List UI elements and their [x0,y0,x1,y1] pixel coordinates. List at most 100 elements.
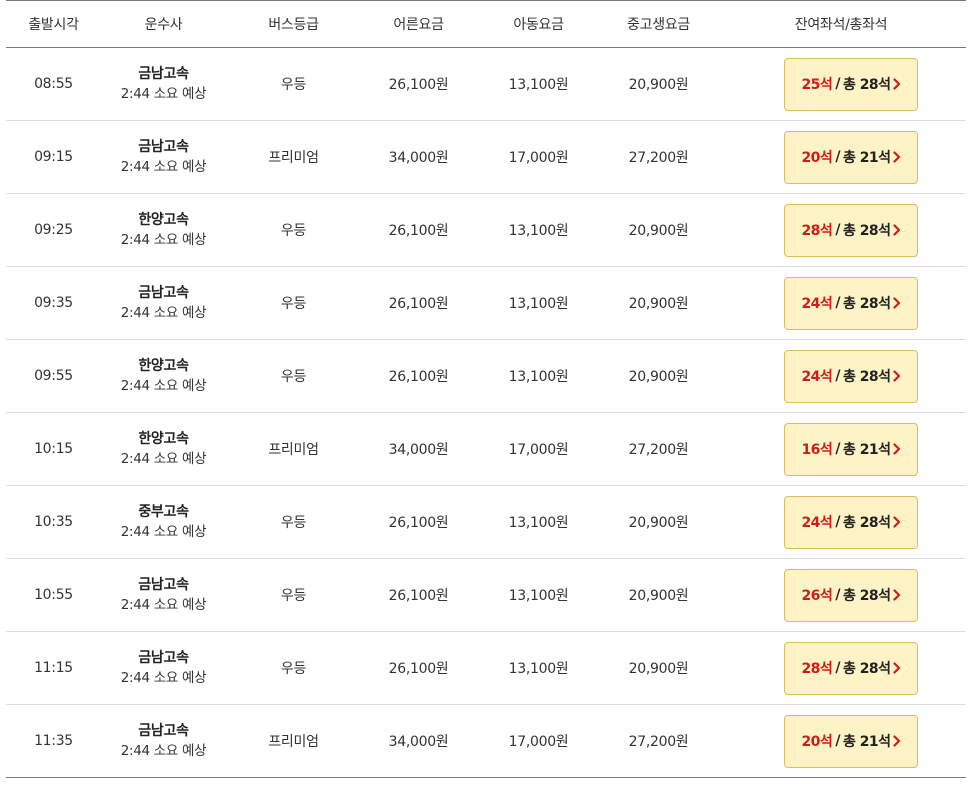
total-seats: 총 21석 [842,734,891,750]
bus-grade: 우등 [226,631,361,705]
total-seats: 총 28석 [842,223,891,239]
total-seats: 총 21석 [842,150,891,166]
departure-time: 09:15 [6,120,101,194]
seat-select-button[interactable]: 28석 / 총 28석 [784,641,918,695]
departure-time: 09:35 [6,266,101,340]
chevron-right-icon [892,370,901,382]
header-seats: 잔여좌석/총좌석 [716,0,966,48]
remaining-seats: 16석 [801,442,833,458]
chevron-right-icon [892,735,901,747]
bus-grade: 우등 [226,558,361,632]
bus-grade: 우등 [226,193,361,267]
company-name: 한양고속 [138,358,189,374]
chevron-right-icon [892,589,901,601]
estimated-duration: 2:44 소요 예상 [120,305,207,321]
total-seats: 총 28석 [842,515,891,531]
student-fare: 20,900원 [601,631,716,705]
table-body: 08:55 금남고속 2:44 소요 예상 우등 26,100원 13,100원… [6,47,966,778]
remaining-seats: 25석 [801,77,833,93]
company-cell: 금남고속 2:44 소요 예상 [101,120,226,194]
student-fare: 27,200원 [601,704,716,778]
child-fare: 13,100원 [476,631,601,705]
student-fare: 20,900원 [601,558,716,632]
bus-grade: 우등 [226,266,361,340]
estimated-duration: 2:44 소요 예상 [120,232,207,248]
estimated-duration: 2:44 소요 예상 [120,451,207,467]
seat-select-button[interactable]: 28석 / 총 28석 [784,203,918,257]
seat-separator: / [835,222,840,238]
chevron-right-icon [892,224,901,236]
seat-select-button[interactable]: 16석 / 총 21석 [784,422,918,476]
child-fare: 13,100원 [476,558,601,632]
seat-select-button[interactable]: 20석 / 총 21석 [784,130,918,184]
seat-select-button[interactable]: 24석 / 총 28석 [784,495,918,549]
adult-fare: 26,100원 [361,339,476,413]
child-fare: 13,100원 [476,266,601,340]
adult-fare: 26,100원 [361,485,476,559]
company-name: 한양고속 [138,212,189,228]
table-row: 09:55 한양고속 2:44 소요 예상 우등 26,100원 13,100원… [6,339,966,413]
total-seats: 총 21석 [842,442,891,458]
seats-cell: 20석 / 총 21석 [716,120,966,194]
estimated-duration: 2:44 소요 예상 [120,86,207,102]
seats-cell: 24석 / 총 28석 [716,339,966,413]
remaining-seats: 28석 [801,661,833,677]
seats-cell: 24석 / 총 28석 [716,485,966,559]
adult-fare: 26,100원 [361,193,476,267]
departure-time: 10:15 [6,412,101,486]
total-seats: 총 28석 [842,369,891,385]
remaining-seats: 20석 [801,150,833,166]
seat-select-button[interactable]: 20석 / 총 21석 [784,714,918,768]
total-seats: 총 28석 [842,661,891,677]
chevron-right-icon [892,662,901,674]
company-name: 금남고속 [138,723,189,739]
seat-separator: / [835,295,840,311]
table-row: 09:35 금남고속 2:44 소요 예상 우등 26,100원 13,100원… [6,266,966,340]
table-row: 08:55 금남고속 2:44 소요 예상 우등 26,100원 13,100원… [6,47,966,121]
departure-time: 10:35 [6,485,101,559]
company-cell: 금남고속 2:44 소요 예상 [101,558,226,632]
seat-separator: / [835,514,840,530]
seat-select-button[interactable]: 24석 / 총 28석 [784,276,918,330]
seats-cell: 28석 / 총 28석 [716,631,966,705]
seat-separator: / [835,149,840,165]
student-fare: 20,900원 [601,193,716,267]
seat-select-button[interactable]: 24석 / 총 28석 [784,349,918,403]
child-fare: 17,000원 [476,120,601,194]
departure-time: 11:15 [6,631,101,705]
estimated-duration: 2:44 소요 예상 [120,743,207,759]
header-bus-grade: 버스등급 [226,0,361,48]
chevron-right-icon [892,78,901,90]
student-fare: 20,900원 [601,47,716,121]
seat-separator: / [835,587,840,603]
header-departure-time: 출발시각 [6,0,101,48]
bus-grade: 우등 [226,47,361,121]
adult-fare: 34,000원 [361,412,476,486]
table-row: 09:15 금남고속 2:44 소요 예상 프리미엄 34,000원 17,00… [6,120,966,194]
company-name: 금남고속 [138,285,189,301]
total-seats: 총 28석 [842,77,891,93]
adult-fare: 26,100원 [361,266,476,340]
seats-cell: 26석 / 총 28석 [716,558,966,632]
company-cell: 한양고속 2:44 소요 예상 [101,193,226,267]
adult-fare: 26,100원 [361,47,476,121]
seat-separator: / [835,733,840,749]
table-row: 10:35 중부고속 2:44 소요 예상 우등 26,100원 13,100원… [6,485,966,559]
company-name: 한양고속 [138,431,189,447]
seat-select-button[interactable]: 25석 / 총 28석 [784,57,918,111]
departure-time: 09:25 [6,193,101,267]
seat-separator: / [835,76,840,92]
remaining-seats: 28석 [801,223,833,239]
seat-select-button[interactable]: 26석 / 총 28석 [784,568,918,622]
chevron-right-icon [892,297,901,309]
remaining-seats: 24석 [801,515,833,531]
adult-fare: 26,100원 [361,558,476,632]
child-fare: 17,000원 [476,412,601,486]
table-row: 11:15 금남고속 2:44 소요 예상 우등 26,100원 13,100원… [6,631,966,705]
company-name: 금남고속 [138,650,189,666]
chevron-right-icon [892,516,901,528]
child-fare: 13,100원 [476,485,601,559]
company-cell: 금남고속 2:44 소요 예상 [101,266,226,340]
child-fare: 13,100원 [476,193,601,267]
bus-grade: 프리미엄 [226,120,361,194]
